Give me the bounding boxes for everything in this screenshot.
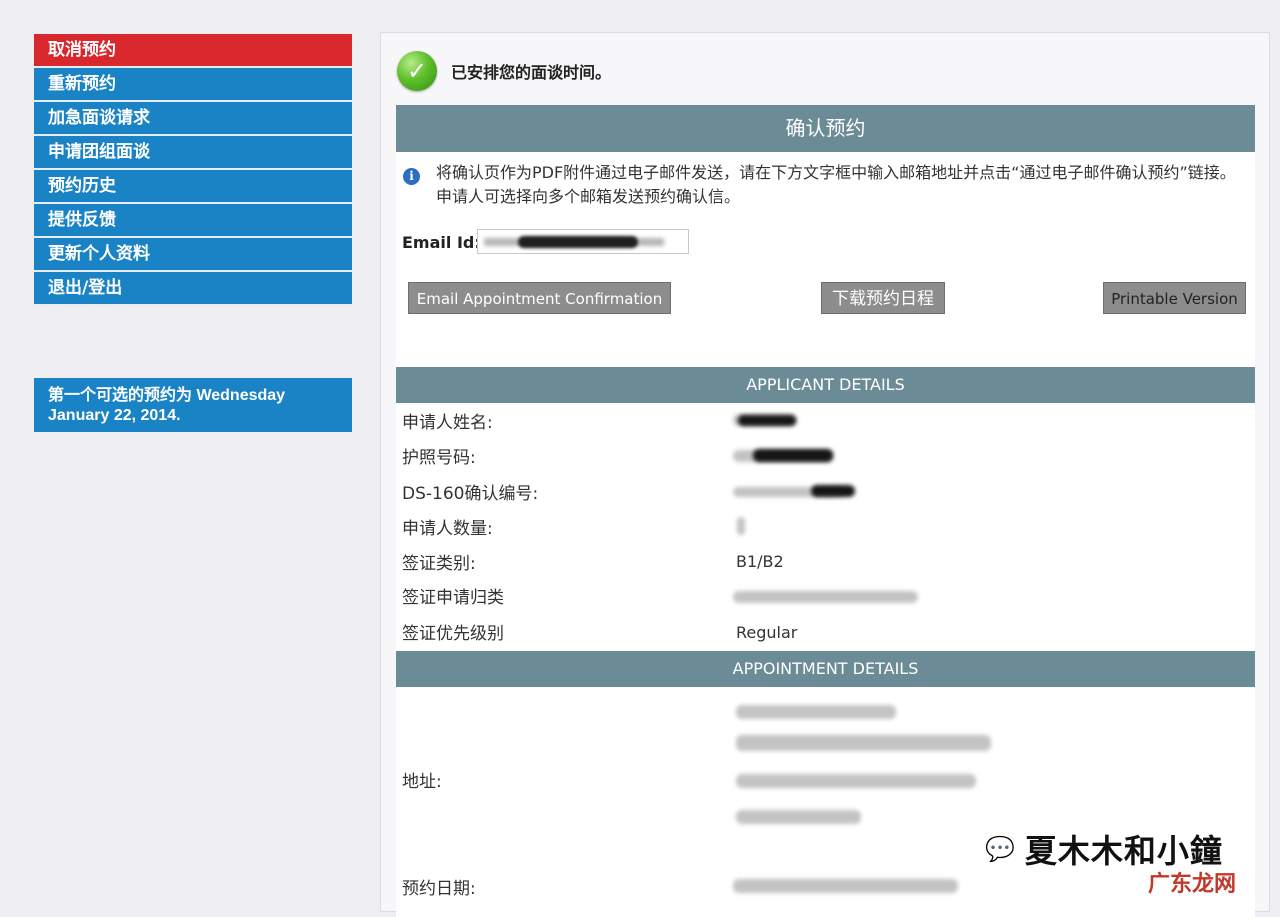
sidebar-item-update-profile[interactable]: 更新个人资料 [34,238,352,272]
printable-version-button[interactable]: Printable Version [1103,282,1246,314]
redacted-address-line [736,735,991,751]
success-message: 已安排您的面谈时间。 [451,63,612,82]
visa-priority-label: 签证优先级别 [402,624,504,644]
main-panel: ✓ 已安排您的面谈时间。 确认预约 i 将确认页作为PDF附件通过电子邮件发送，… [380,32,1270,917]
applicant-details-header: APPLICANT DETAILS [396,367,1255,403]
visa-category-label: 签证申请归类 [402,588,504,608]
visa-class-value: B1/B2 [736,552,784,571]
applicant-count-label: 申请人数量: [402,519,493,539]
redacted-value [753,449,833,462]
redacted-address-line [736,774,976,788]
check-icon: ✓ [397,51,437,91]
email-notice: i 将确认页作为PDF附件通过电子邮件发送，请在下方文字框中输入邮箱地址并点击“… [403,161,1253,209]
email-confirmation-button[interactable]: Email Appointment Confirmation [408,282,671,314]
address-label: 地址: [402,772,442,792]
notice-text: 将确认页作为PDF附件通过电子邮件发送，请在下方文字框中输入邮箱地址并点击“通过… [436,163,1236,206]
redacted-value [737,517,745,535]
ds160-number-label: DS-160确认编号: [402,484,539,504]
passport-number-label: 护照号码: [402,448,476,468]
wechat-icon: 💬 [985,835,1015,863]
info-icon: i [403,168,420,185]
confirm-header: 确认预约 [396,105,1255,152]
sidebar-item-reschedule[interactable]: 重新预约 [34,68,352,102]
applicant-details-section [396,403,1255,651]
sidebar-nav: 取消预约 重新预约 加急面谈请求 申请团组面谈 预约历史 提供反馈 更新个人资料… [34,34,352,306]
applicant-name-label: 申请人姓名: [402,413,493,433]
redacted-value [738,415,796,426]
sidebar-item-group-interview[interactable]: 申请团组面谈 [34,136,352,170]
sidebar-item-appointment-history[interactable]: 预约历史 [34,170,352,204]
visa-class-label: 签证类别: [402,554,476,574]
success-banner: ✓ 已安排您的面谈时间。 [397,51,611,91]
redacted-date [733,879,958,893]
email-field[interactable] [477,229,689,254]
email-label: Email Id: [402,233,481,252]
redacted-value [733,591,918,603]
first-available-appointment-box: 第一个可选的预约为 Wednesday January 22, 2014. [34,378,352,432]
sidebar-item-feedback[interactable]: 提供反馈 [34,204,352,238]
visa-priority-value: Regular [736,623,798,642]
redacted-email [518,236,638,248]
sidebar-item-logout[interactable]: 退出/登出 [34,272,352,306]
redacted-address-line [736,810,861,824]
watermark-sub: 广东龙网 [1148,872,1237,897]
appointment-date-label: 预约日期: [402,879,476,899]
sidebar-item-cancel-appointment[interactable]: 取消预约 [34,34,352,68]
download-schedule-button[interactable]: 下载预约日程 [821,282,945,314]
redacted-address-line [736,705,896,719]
redacted-value [811,485,855,497]
appointment-details-header: APPOINTMENT DETAILS [396,651,1255,687]
sidebar-item-expedite-request[interactable]: 加急面谈请求 [34,102,352,136]
